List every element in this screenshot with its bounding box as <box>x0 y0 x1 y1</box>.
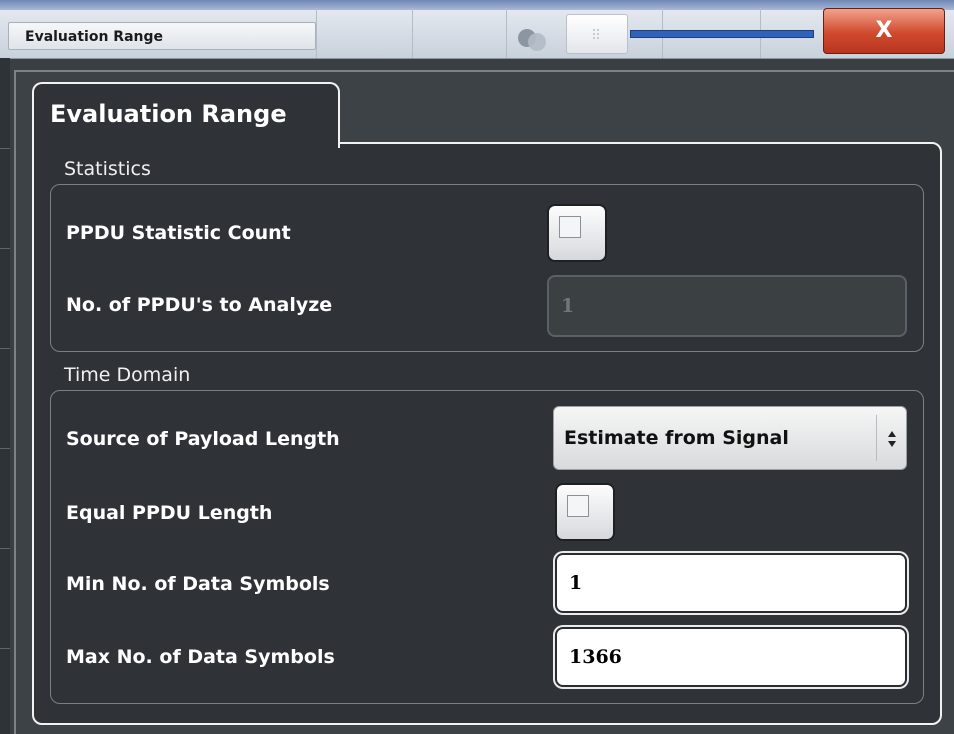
transparency-slider-thumb[interactable] <box>566 14 628 54</box>
window-titlebar: Evaluation Range X <box>0 0 954 59</box>
background-gridline <box>0 448 10 449</box>
background-gridline <box>0 648 10 649</box>
checkbox-box <box>559 216 581 238</box>
source-of-payload-length-label: Source of Payload Length <box>66 428 340 450</box>
background-gridline <box>0 548 10 549</box>
transparency-slider-track[interactable] <box>630 30 814 38</box>
grip-icon <box>593 29 599 39</box>
max-data-symbols-label: Max No. of Data Symbols <box>66 646 335 668</box>
equal-ppdu-length-checkbox[interactable] <box>555 483 615 541</box>
updown-arrow-icon <box>888 431 896 447</box>
background-gridline <box>0 148 10 149</box>
transparency-icon[interactable] <box>515 26 551 54</box>
background-gridline <box>412 8 413 58</box>
max-data-symbols-field[interactable]: 1366 <box>555 627 907 687</box>
titlebar-top-strip <box>0 0 954 10</box>
tab-evaluation-range[interactable]: Evaluation Range <box>32 82 340 148</box>
background-gridline <box>0 348 10 349</box>
select-value: Estimate from Signal <box>564 427 789 449</box>
checkbox-box <box>567 495 589 517</box>
tab-joint <box>34 140 338 146</box>
equal-ppdu-length-label: Equal PPDU Length <box>66 502 273 524</box>
ppdus-to-analyze-field[interactable]: 1 <box>547 275 907 337</box>
min-data-symbols-label: Min No. of Data Symbols <box>66 573 330 595</box>
background-gridline <box>316 8 317 58</box>
window-title: Evaluation Range <box>8 22 316 50</box>
background-left-edge <box>0 58 10 734</box>
statistics-section-title: Statistics <box>64 158 151 180</box>
ppdus-to-analyze-label: No. of PPDU's to Analyze <box>66 294 333 316</box>
select-separator <box>876 415 877 461</box>
ppdu-statistic-count-checkbox[interactable] <box>547 204 607 262</box>
ppdu-statistic-count-label: PPDU Statistic Count <box>66 222 291 244</box>
close-button[interactable]: X <box>823 8 945 54</box>
background-gridline <box>0 248 10 249</box>
source-of-payload-length-select[interactable]: Estimate from Signal <box>553 406 907 470</box>
background-gridline <box>506 8 507 58</box>
min-data-symbols-field[interactable]: 1 <box>555 553 907 613</box>
time-domain-section-title: Time Domain <box>64 364 191 386</box>
